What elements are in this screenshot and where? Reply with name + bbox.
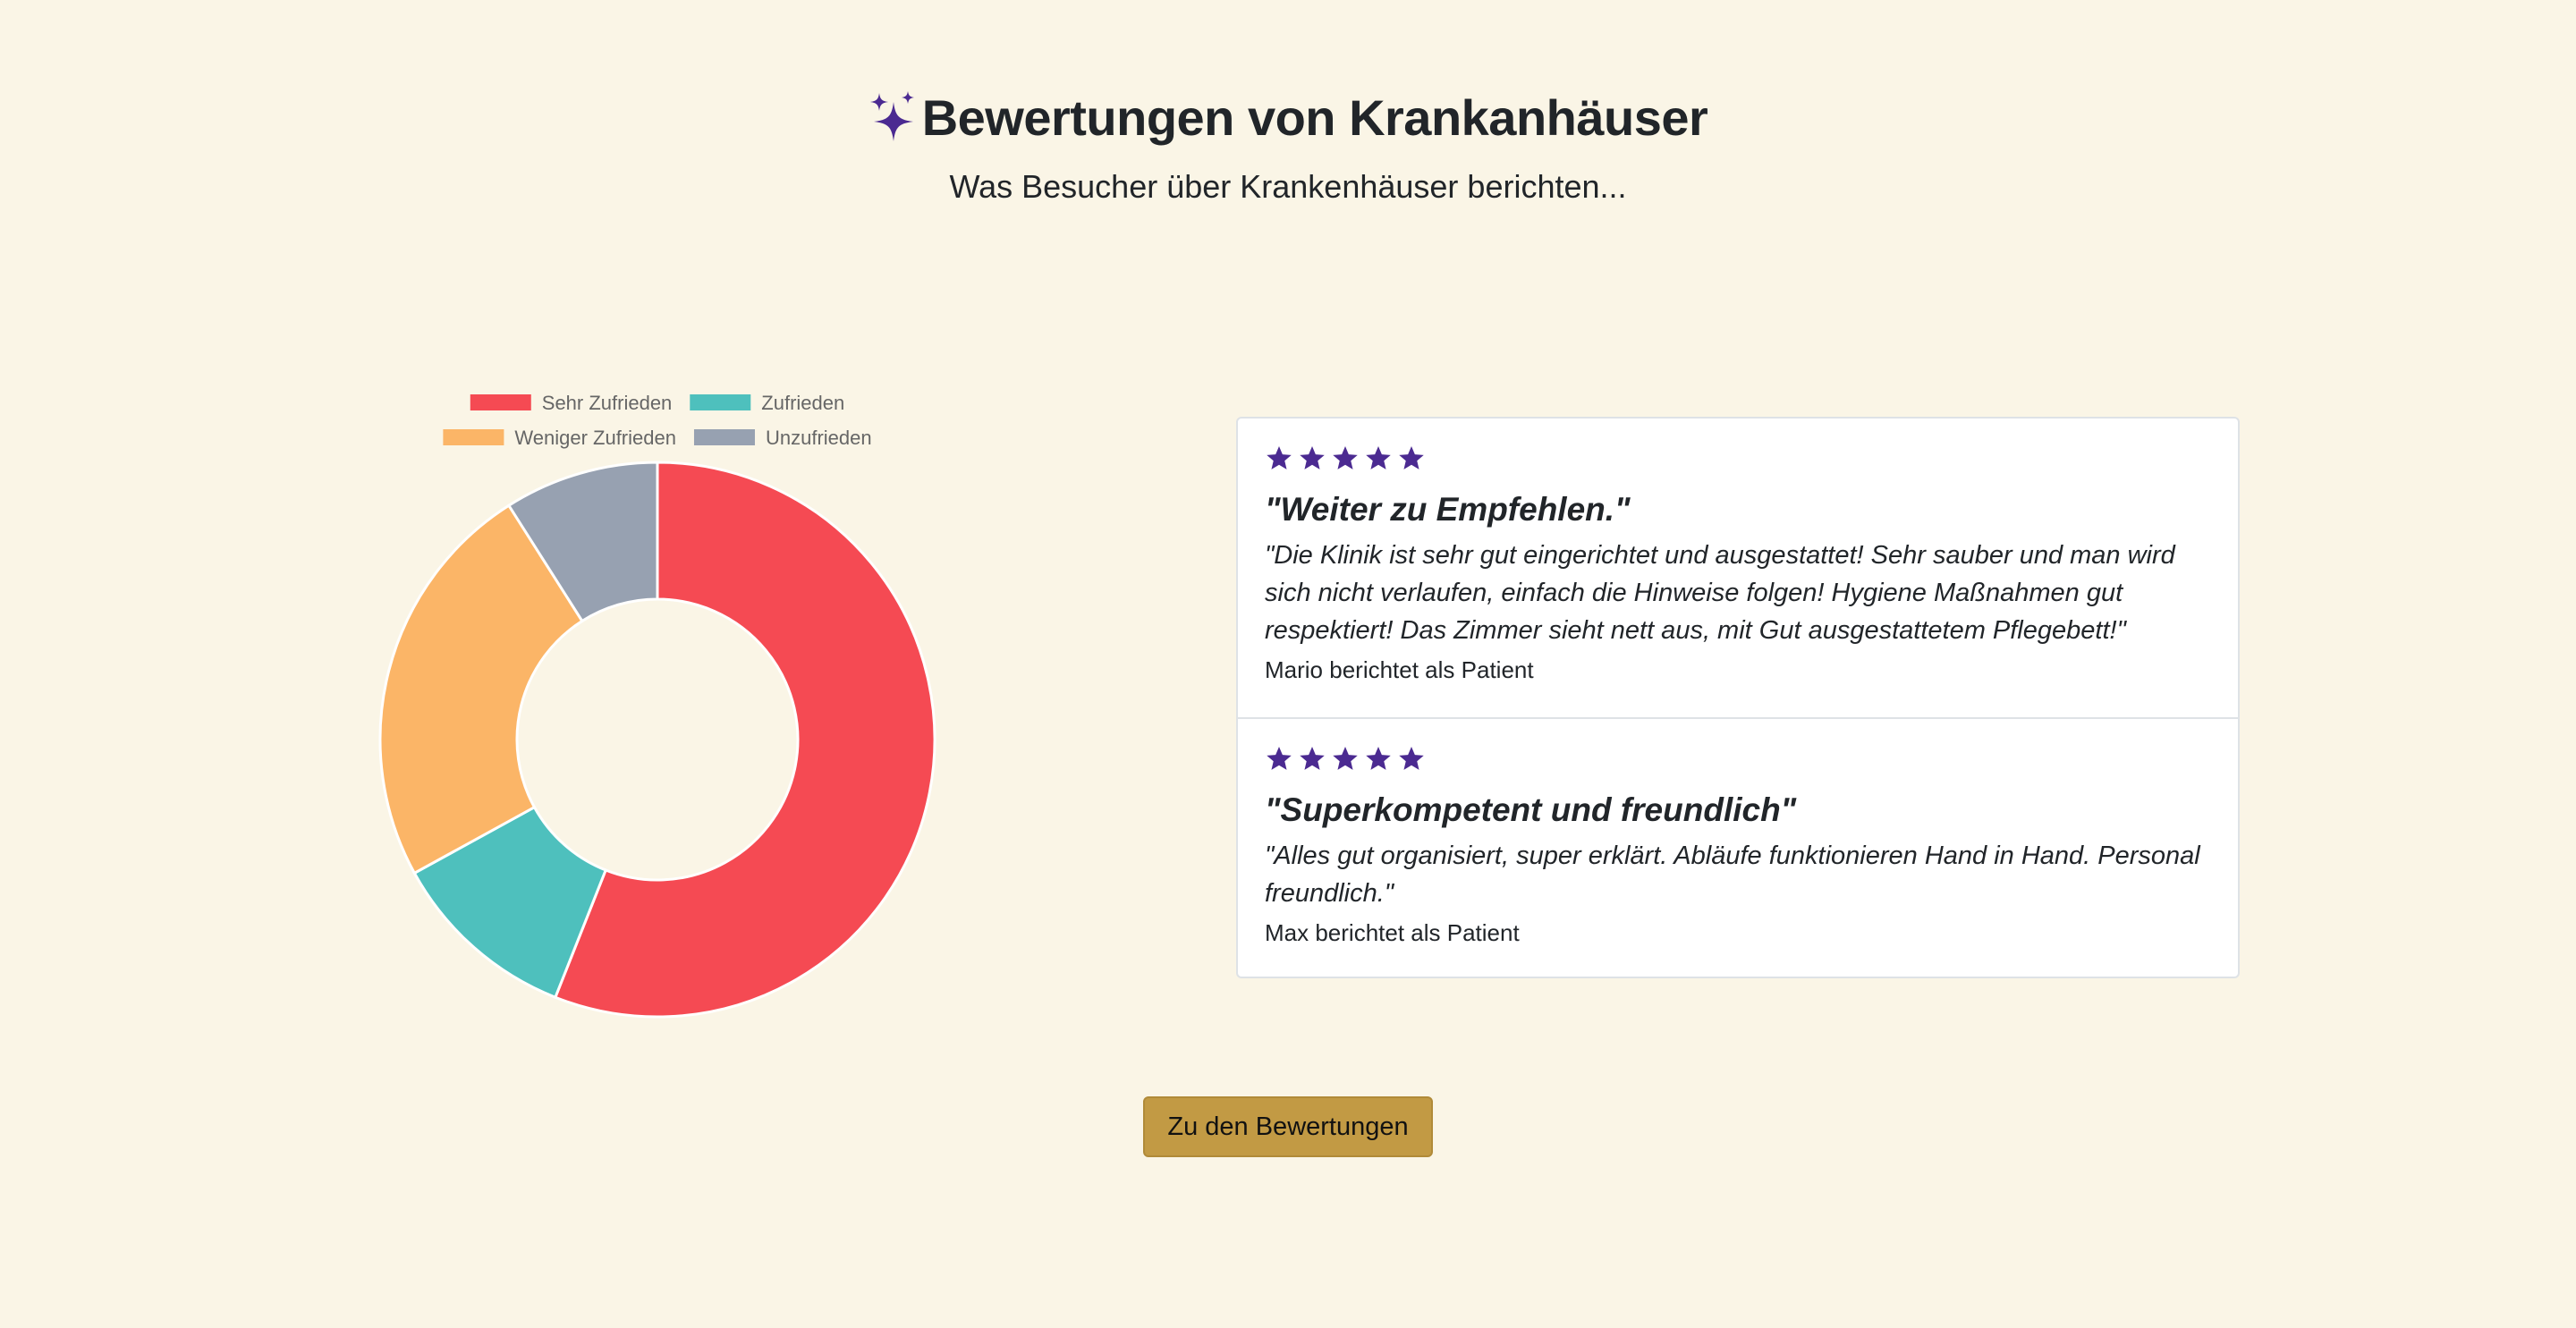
legend-swatch [690, 394, 751, 410]
satisfaction-chart: Sehr Zufrieden Zufrieden Weniger Zufrieden… [340, 376, 966, 1037]
star-icon [1300, 446, 1325, 469]
legend-swatch [693, 429, 755, 445]
review-item: "Superkompetent und freundlich" "Alles g… [1238, 717, 2238, 977]
title-row: Bewertungen von Krankanhäuser [0, 89, 2576, 147]
star-icon [1333, 446, 1358, 469]
star-icon [1333, 747, 1358, 770]
legend-item[interactable]: Sehr Zufrieden [470, 392, 673, 414]
star-icon [1366, 446, 1391, 469]
star-icon [1300, 747, 1325, 770]
legend-item[interactable]: Unzufrieden [693, 427, 872, 449]
star-rating [1265, 444, 2211, 474]
legend-item[interactable]: Zufrieden [690, 392, 844, 414]
review-item: "Weiter zu Empfehlen." "Die Klinik ist s… [1238, 419, 2238, 717]
legend-label: Weniger Zufrieden [514, 427, 676, 449]
review-body: "Die Klinik ist sehr gut eingerichtet un… [1265, 541, 2175, 646]
legend-label: Sehr Zufrieden [542, 392, 673, 414]
page-subtitle: Was Besucher über Krankenhäuser berichte… [949, 168, 1627, 205]
review-title: "Weiter zu Empfehlen." [1265, 491, 1631, 528]
review-author: Max berichtet als Patient [1265, 919, 1520, 947]
star-rating [1265, 744, 2211, 774]
page-header: Bewertungen von Krankanhäuser Was Besuch… [0, 89, 2576, 206]
review-body: "Alles gut organisiert, super erklärt. A… [1265, 842, 2200, 909]
reviews-card: "Weiter zu Empfehlen." "Die Klinik ist s… [1236, 417, 2240, 978]
legend-label: Unzufrieden [766, 427, 872, 449]
legend-item[interactable]: Weniger Zufrieden [443, 427, 676, 449]
sparkles-icon [869, 91, 914, 141]
star-icon [1399, 747, 1424, 770]
legend-label: Zufrieden [761, 392, 844, 414]
legend-swatch [470, 394, 531, 410]
star-icon [1366, 747, 1391, 770]
star-icon [1267, 446, 1292, 469]
page-title: Bewertungen von Krankanhäuser [921, 89, 1708, 147]
review-author: Mario berichtet als Patient [1265, 656, 1534, 684]
star-icon [1267, 747, 1292, 770]
to-reviews-button[interactable]: Zu den Bewertungen [1143, 1096, 1433, 1157]
doughnut-chart: Sehr Zufrieden Zufrieden Weniger Zufrieden… [378, 392, 936, 1019]
legend-swatch [443, 429, 504, 445]
star-icon [1399, 446, 1424, 469]
review-title: "Superkompetent und freundlich" [1265, 791, 1797, 828]
